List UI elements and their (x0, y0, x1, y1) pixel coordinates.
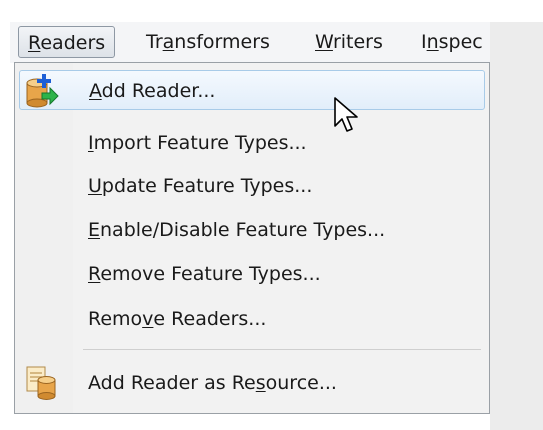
import-feature-types-label: Import Feature Types... (88, 132, 307, 154)
menu-item-update-feature-types[interactable]: Update Feature Types... (19, 166, 485, 206)
remove-readers-label: Remove Readers... (88, 308, 267, 330)
update-feature-types-label: Update Feature Types... (88, 175, 313, 197)
menu-item-add-reader[interactable]: Add Reader... (19, 70, 485, 110)
menu-readers[interactable]: Readers (18, 26, 116, 58)
menu-transformers[interactable]: Transformers (146, 26, 270, 58)
add-reader-resource-icon (23, 365, 59, 401)
menu-item-enable-disable-feature-types[interactable]: Enable/Disable Feature Types... (19, 210, 485, 250)
menu-item-remove-readers[interactable]: Remove Readers... (19, 299, 485, 339)
menu-item-remove-feature-types[interactable]: Remove Feature Types... (19, 254, 485, 294)
enable-disable-feature-types-label: Enable/Disable Feature Types... (88, 219, 386, 241)
menu-separator (83, 349, 481, 350)
menu-item-add-reader-as-resource[interactable]: Add Reader as Resource... (19, 363, 485, 403)
readers-dropdown-menu: Add Reader... Import Feature Types... Up… (14, 62, 490, 414)
menu-writers[interactable]: Writers (315, 26, 383, 58)
background-panel (490, 22, 543, 430)
menu-bar: Readers Transformers Writers Inspec (10, 22, 490, 63)
screenshot-canvas: Readers Transformers Writers Inspec Add … (0, 0, 543, 430)
mouse-cursor-icon (334, 97, 358, 132)
add-reader-icon (24, 73, 60, 109)
menu-item-import-feature-types[interactable]: Import Feature Types... (19, 123, 485, 163)
add-reader-as-resource-label: Add Reader as Resource... (88, 372, 337, 394)
remove-feature-types-label: Remove Feature Types... (88, 263, 321, 285)
add-reader-label: Add Reader... (89, 80, 216, 102)
menu-inspect[interactable]: Inspec (421, 26, 483, 58)
